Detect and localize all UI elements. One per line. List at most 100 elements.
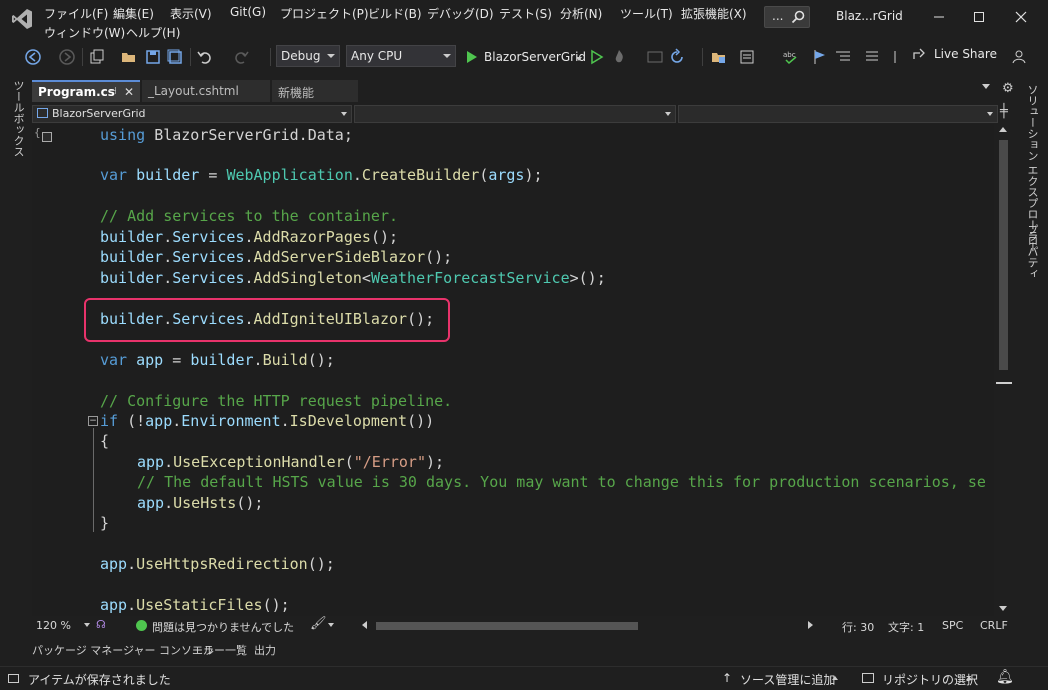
- code-editor[interactable]: { − using BlazorServerGrid.Data; var bui…: [32, 124, 994, 616]
- zoom-chevron-icon[interactable]: [84, 623, 90, 627]
- open-folder-icon[interactable]: [120, 48, 138, 66]
- select-repository-button[interactable]: リポジトリの選択: [882, 671, 978, 688]
- tab-error-list[interactable]: エラー一覧: [192, 642, 247, 658]
- menu-help[interactable]: ヘルプ(H): [126, 24, 180, 41]
- chevron-up-icon[interactable]: [832, 676, 838, 680]
- visual-studio-logo-icon[interactable]: [10, 7, 34, 31]
- refresh-icon[interactable]: [668, 48, 686, 66]
- quick-actions-icon[interactable]: [42, 132, 52, 142]
- code-line-22: app.UseHttpsRedirection();: [100, 555, 335, 573]
- menu-view[interactable]: 表示(V): [170, 5, 212, 22]
- menu-analyze[interactable]: 分析(N): [560, 5, 602, 22]
- copilot-icon[interactable]: ☊: [96, 618, 106, 631]
- share-icon: [913, 48, 925, 59]
- toolbox-tab[interactable]: ツールボックス: [10, 80, 26, 157]
- menu-file[interactable]: ファイル(F): [44, 5, 108, 22]
- scrollbar-thumb[interactable]: [999, 140, 1008, 370]
- navigate-back-icon[interactable]: [24, 48, 42, 66]
- standard-toolbar: Debug Any CPU BlazorServerGrid abc Live …: [0, 42, 1048, 72]
- menu-build[interactable]: ビルド(B): [368, 5, 422, 22]
- pin-icon[interactable]: ⊣: [108, 86, 117, 97]
- line-indicator[interactable]: 行: 30: [842, 619, 874, 635]
- indent-icon[interactable]: [834, 48, 852, 66]
- chevron-down-icon[interactable]: [328, 623, 334, 627]
- minimize-button[interactable]: [922, 4, 956, 30]
- code-line-14: // Configure the HTTP request pipeline.: [100, 392, 453, 410]
- comment-lines-icon[interactable]: [864, 48, 882, 66]
- undo-icon[interactable]: [196, 48, 214, 66]
- tab-list-chevron-icon[interactable]: [982, 84, 990, 89]
- horizontal-scrollbar-thumb[interactable]: [376, 622, 638, 630]
- spell-check-icon[interactable]: abc: [782, 48, 800, 66]
- close-window-button[interactable]: [1004, 4, 1038, 30]
- menu-tools[interactable]: ツール(T): [620, 5, 673, 22]
- platform-dropdown[interactable]: Any CPU: [346, 45, 456, 67]
- collapse-region-icon[interactable]: −: [88, 416, 98, 426]
- menu-test[interactable]: テスト(S): [499, 5, 552, 22]
- notifications-bell-icon[interactable]: 🔔︎: [996, 669, 1014, 685]
- tab-whats-new[interactable]: 新機能: [272, 80, 358, 102]
- breakpoint-flag-icon[interactable]: [812, 48, 830, 66]
- svg-text:abc: abc: [783, 51, 796, 59]
- window-title: Blaz...rGrid: [836, 9, 903, 23]
- project-dropdown[interactable]: BlazorServerGrid: [32, 105, 352, 123]
- tab-package-manager-console[interactable]: パッケージ マネージャー コンソール: [32, 642, 214, 658]
- left-tool-rail: ツールボックス: [0, 72, 32, 662]
- fold-guide-line: [93, 428, 94, 532]
- repository-icon: [862, 673, 874, 683]
- chevron-down-icon: [665, 112, 671, 116]
- caret-position-marker: [996, 382, 1012, 384]
- search-box[interactable]: ...: [764, 6, 810, 28]
- member-dropdown[interactable]: [678, 105, 998, 123]
- properties-icon[interactable]: [738, 48, 756, 66]
- menu-edit[interactable]: 編集(E): [113, 5, 154, 22]
- navigate-forward-icon[interactable]: [58, 48, 76, 66]
- menu-git[interactable]: Git(G): [230, 5, 266, 19]
- settings-gear-icon[interactable]: ⚙: [1002, 81, 1014, 96]
- redo-icon[interactable]: [232, 48, 250, 66]
- column-indicator[interactable]: 文字: 1: [888, 619, 924, 635]
- maximize-button[interactable]: [962, 4, 996, 30]
- add-to-source-control-button[interactable]: ソース管理に追加: [740, 671, 835, 688]
- solution-explorer-icon[interactable]: [710, 48, 728, 66]
- toolbar-overflow-icon[interactable]: [886, 48, 904, 66]
- menu-extensions[interactable]: 拡張機能(X): [681, 5, 747, 22]
- configuration-dropdown[interactable]: Debug: [276, 45, 340, 67]
- account-feedback-icon[interactable]: [1010, 48, 1028, 66]
- tab-layout-cshtml[interactable]: _Layout.cshtml: [142, 80, 270, 102]
- save-all-icon[interactable]: [166, 48, 184, 66]
- tab-program-cs[interactable]: Program.cs ⊣ ✕: [32, 80, 140, 102]
- check-circle-icon: [136, 620, 147, 631]
- project-name: BlazorServerGrid: [52, 107, 146, 120]
- menu-debug[interactable]: デバッグ(D): [427, 5, 494, 22]
- scroll-right-icon[interactable]: [808, 621, 813, 629]
- menu-window[interactable]: ウィンドウ(W): [44, 24, 125, 41]
- window-layout-icon[interactable]: [646, 48, 664, 66]
- whitespace-mode[interactable]: SPC: [942, 619, 963, 632]
- chevron-down-icon: [987, 112, 993, 116]
- scroll-up-icon[interactable]: [999, 127, 1007, 132]
- start-without-debugging-icon[interactable]: [588, 48, 606, 66]
- code-cleanup-brush-icon[interactable]: 🖌: [310, 616, 327, 631]
- line-ending-mode[interactable]: CRLF: [980, 619, 1008, 632]
- highlight-annotation-box: [84, 298, 450, 342]
- vertical-scrollbar[interactable]: [994, 124, 1012, 616]
- close-tab-icon[interactable]: ✕: [124, 85, 134, 99]
- save-icon[interactable]: [144, 48, 162, 66]
- chevron-up-icon[interactable]: [966, 676, 972, 680]
- scroll-left-icon[interactable]: [362, 621, 367, 629]
- scroll-down-icon[interactable]: [999, 606, 1007, 611]
- zoom-level[interactable]: 120 %: [36, 619, 71, 632]
- properties-tab[interactable]: プロパティ: [1024, 224, 1040, 279]
- split-editor-icon[interactable]: ╪: [1000, 104, 1008, 119]
- title-bar: ファイル(F) 編集(E) 表示(V) Git(G) プロジェクト(P) ビルド…: [0, 0, 1048, 42]
- right-tool-rail: ソリューション エクスプローラー プロパティ: [1018, 72, 1048, 662]
- issues-status[interactable]: 問題は見つかりませんでした: [152, 619, 294, 635]
- hot-reload-icon[interactable]: [610, 48, 628, 66]
- type-dropdown[interactable]: [354, 105, 676, 123]
- code-line-16: {: [100, 432, 110, 450]
- close-icon: [1015, 11, 1027, 23]
- new-project-icon[interactable]: [88, 48, 106, 66]
- tab-output[interactable]: 出力: [254, 642, 276, 658]
- menu-project[interactable]: プロジェクト(P): [280, 5, 369, 22]
